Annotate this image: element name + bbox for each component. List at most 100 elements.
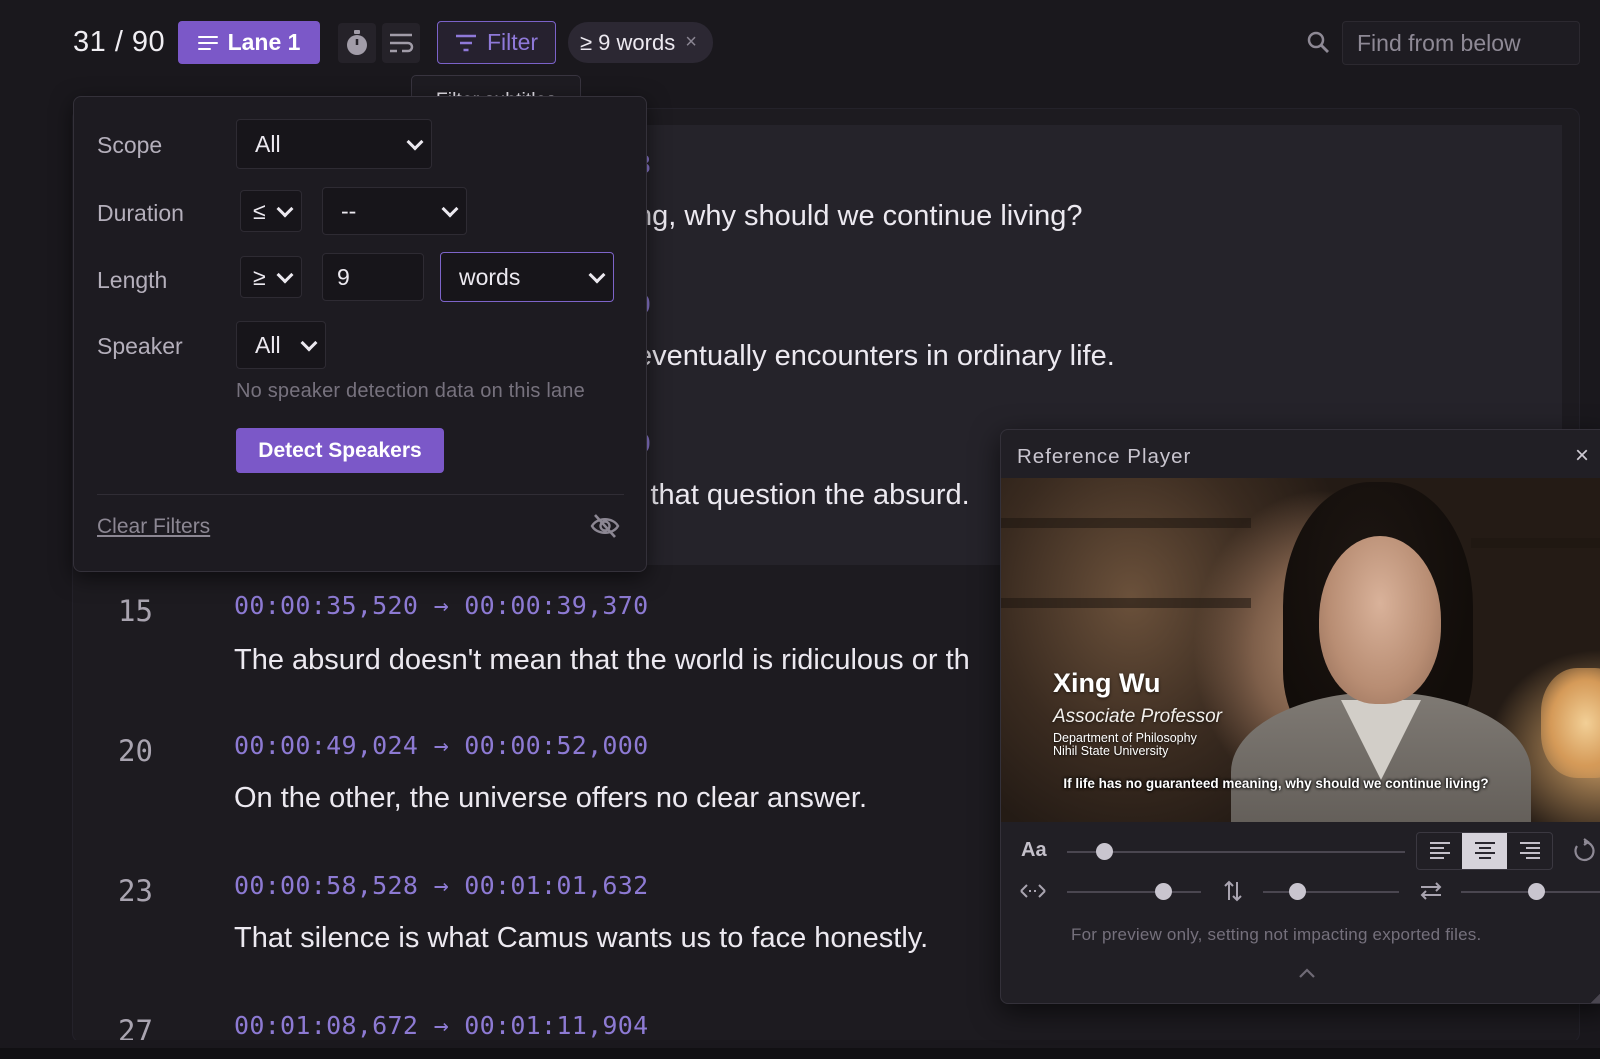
vertical-position-slider-handle[interactable]: [1288, 883, 1306, 900]
speaker-select[interactable]: All: [236, 321, 326, 369]
subtitle-timecode[interactable]: 00:00:35,520 → 00:00:39,370: [234, 591, 648, 620]
length-unit-value: words: [459, 263, 521, 290]
horizontal-position-slider-handle[interactable]: [1154, 883, 1172, 900]
duration-value: --: [341, 197, 357, 224]
chevron-down-icon: [300, 334, 318, 352]
subtitle-text-partial[interactable]: eventually encounters in ordinary life.: [636, 340, 1115, 373]
search-input[interactable]: [1342, 21, 1580, 65]
reference-player: Reference Player × Xing Wu Associate Pro…: [1000, 429, 1600, 1004]
speaker-face: [1319, 536, 1441, 704]
subtitle-timecode[interactable]: 00:01:08,672 → 00:01:11,904: [234, 1011, 648, 1040]
lower-third-name: Xing Wu: [1053, 668, 1161, 698]
chevron-down-icon: [276, 200, 294, 218]
subtitle-timecode[interactable]: 00:00:58,528 → 00:01:01,632: [234, 871, 648, 900]
chevron-down-icon: [276, 266, 294, 284]
subtitle-number: 27: [118, 1014, 153, 1040]
length-unit-select[interactable]: words: [440, 252, 614, 302]
chevron-down-icon: [441, 200, 459, 218]
divider: [97, 494, 624, 495]
chevron-up-icon[interactable]: [1297, 966, 1317, 980]
wrap-text-button[interactable]: [382, 23, 420, 63]
horizontal-position-slider[interactable]: [1067, 891, 1201, 893]
filter-button[interactable]: Filter: [437, 21, 556, 64]
scope-value: All: [255, 130, 281, 157]
stopwatch-icon: [347, 30, 367, 55]
length-operator-select[interactable]: ≥: [240, 256, 302, 298]
speaker-label: Speaker: [97, 333, 183, 359]
video-caption: If life has no guaranteed meaning, why s…: [1063, 776, 1489, 791]
resize-handle[interactable]: [1589, 983, 1600, 1003]
length-value-input[interactable]: 9: [322, 253, 424, 301]
scope-label: Scope: [97, 132, 163, 158]
subtitle-number: 15: [118, 594, 153, 628]
alignment-group: [1416, 832, 1553, 870]
vertical-position-slider[interactable]: [1263, 891, 1399, 893]
bookshelf-decor: [1001, 598, 1251, 608]
subtitle-number: 23: [118, 874, 153, 908]
chevron-down-icon: [406, 133, 424, 151]
subtitle-text-partial[interactable]: ng, why should we continue living?: [636, 200, 1083, 233]
subtitle-text[interactable]: On the other, the universe offers no cle…: [234, 782, 867, 815]
duration-label: Duration: [97, 200, 184, 226]
clear-filters-link[interactable]: Clear Filters: [97, 515, 210, 539]
font-size-slider[interactable]: [1067, 851, 1405, 853]
horizontal-position-icon: [1020, 884, 1046, 898]
subtitle-text-partial[interactable]: l that question the absurd.: [636, 479, 970, 512]
bookshelf-decor: [1001, 518, 1251, 528]
lane-label: Lane 1: [227, 29, 301, 55]
player-title: Reference Player: [1017, 445, 1192, 468]
wrap-text-icon: [390, 33, 414, 53]
align-left-icon: [1429, 842, 1450, 859]
eye-off-icon[interactable]: [590, 513, 620, 539]
video-frame[interactable]: Xing Wu Associate Professor Department o…: [1001, 478, 1600, 822]
font-size-row: Aa: [1001, 832, 1600, 872]
filter-icon: [455, 34, 476, 51]
bottom-bar: [0, 1048, 1600, 1059]
timing-tool-button[interactable]: [338, 23, 376, 63]
length-operator-value: ≥: [253, 263, 266, 290]
lane-lines-icon: [197, 35, 218, 50]
subtitle-timecode[interactable]: 00:00:49,024 → 00:00:52,000: [234, 731, 648, 760]
detect-speakers-button[interactable]: Detect Speakers: [236, 428, 444, 473]
preview-note: For preview only, setting not impacting …: [1071, 925, 1482, 944]
duration-operator-select[interactable]: ≤: [240, 190, 302, 232]
duration-operator-value: ≤: [253, 197, 266, 224]
align-center-icon: [1474, 842, 1495, 859]
align-right-icon: [1519, 842, 1540, 859]
align-center-button[interactable]: [1462, 833, 1507, 869]
speaker-value: All: [255, 331, 281, 358]
font-size-label: Aa: [1021, 839, 1047, 861]
lower-third-dept-line: Nihil State University: [1053, 744, 1169, 758]
chevron-down-icon: [588, 266, 606, 284]
duration-value-select[interactable]: --: [322, 187, 467, 235]
filter-popover: Scope All Duration ≤ -- Length ≥ 9 words…: [73, 96, 647, 572]
speaker-hint: No speaker detection data on this lane: [236, 380, 585, 402]
search-icon: [1307, 31, 1329, 53]
subtitle-number: 20: [118, 734, 153, 768]
chip-label: ≥ 9 words: [580, 29, 676, 55]
lower-third-role: Associate Professor: [1053, 706, 1222, 727]
toolbar: 31 / 90 Lane 1 Filter ≥ 9 words × Find f…: [0, 0, 1600, 125]
reset-icon[interactable]: [1571, 838, 1597, 864]
font-size-slider-handle[interactable]: [1095, 843, 1113, 860]
subtitle-counter: 31 / 90: [73, 26, 166, 58]
length-label: Length: [97, 267, 168, 293]
chip-close-icon[interactable]: ×: [685, 31, 697, 54]
align-right-button[interactable]: [1507, 833, 1552, 869]
active-filter-chip[interactable]: ≥ 9 words ×: [568, 22, 713, 63]
align-left-button[interactable]: [1417, 833, 1462, 869]
swap-spacing-icon: [1420, 882, 1442, 900]
bookshelf-decor: [1471, 538, 1600, 548]
subtitle-text[interactable]: That silence is what Camus wants us to f…: [234, 922, 928, 955]
scope-select[interactable]: All: [236, 119, 432, 169]
lamp-decor: [1541, 668, 1600, 778]
lower-third-dept: Department of Philosophy Nihil State Uni…: [1053, 732, 1197, 758]
close-icon[interactable]: ×: [1575, 442, 1589, 470]
lane-selector-button[interactable]: Lane 1: [178, 21, 320, 64]
length-value: 9: [337, 263, 350, 290]
vertical-position-icon: [1224, 880, 1242, 902]
filter-label: Filter: [486, 29, 539, 55]
position-row: [1001, 872, 1600, 912]
spacing-slider-handle[interactable]: [1527, 883, 1545, 900]
subtitle-text[interactable]: The absurd doesn't mean that the world i…: [234, 644, 1004, 677]
